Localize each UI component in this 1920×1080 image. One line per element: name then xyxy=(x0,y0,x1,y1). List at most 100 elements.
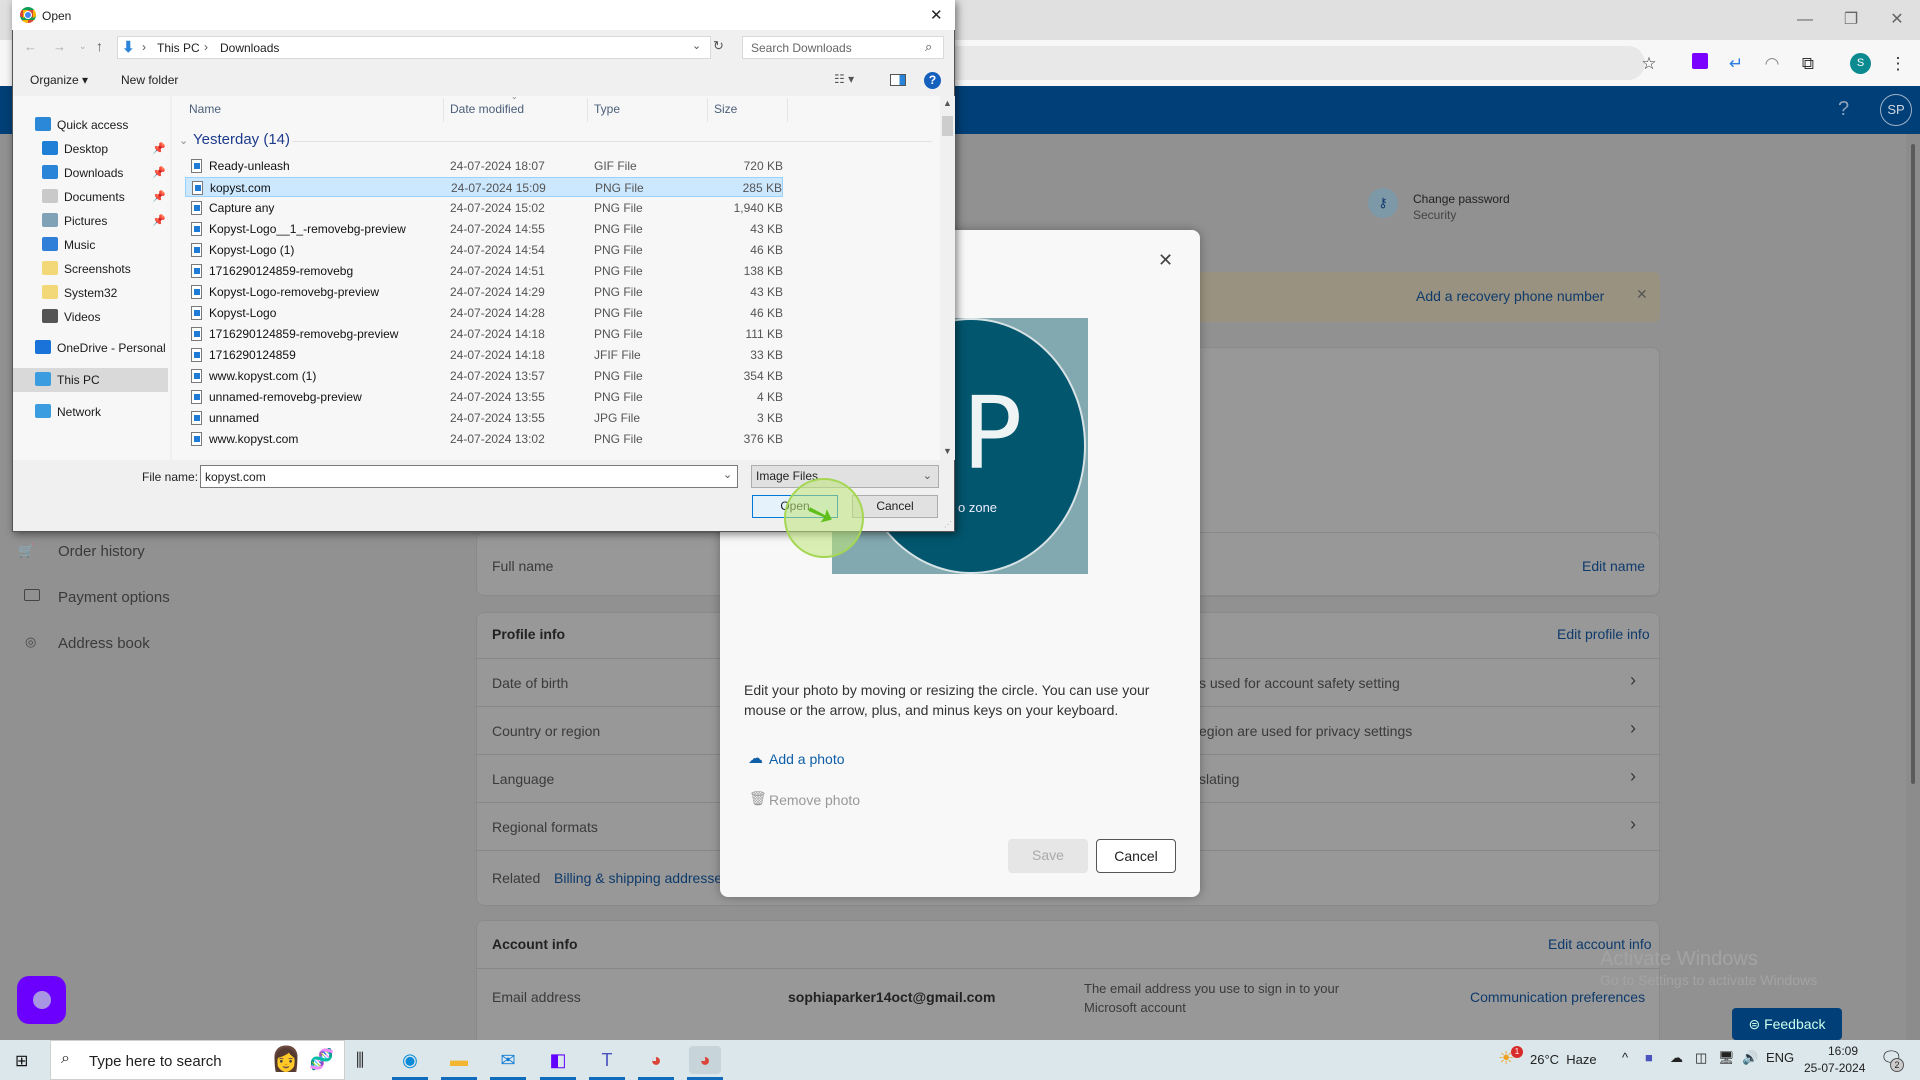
task-view-icon[interactable]: ⫼ xyxy=(344,1046,376,1074)
save-button[interactable]: Save xyxy=(1008,839,1088,873)
chevron-right-icon[interactable]: › xyxy=(1630,718,1636,739)
scrollbar-thumb[interactable] xyxy=(1911,144,1915,784)
nav-item-pictures[interactable]: Pictures xyxy=(42,210,107,232)
forward-button[interactable]: → xyxy=(53,39,66,54)
minimize-button[interactable]: — xyxy=(1782,8,1828,32)
sidebar-order-history[interactable]: Order history xyxy=(58,543,145,560)
file-row[interactable]: Kopyst-Logo 24-07-2024 14:28 PNG File 46 KB xyxy=(185,303,783,323)
chrome-a-icon[interactable]: ◕ xyxy=(638,1046,674,1080)
onedrive-tray-icon[interactable]: ☁ xyxy=(1670,1050,1683,1066)
file-row[interactable]: kopyst.com 24-07-2024 15:09 PNG File 285 KB xyxy=(185,177,783,197)
sidebar-address-book[interactable]: Address book xyxy=(58,635,150,652)
address-dropdown-icon[interactable]: ⌄ xyxy=(692,39,701,52)
column-divider[interactable] xyxy=(787,98,788,122)
clock-time[interactable]: 16:09 xyxy=(1818,1044,1868,1058)
nav-item-this-pc[interactable]: This PC xyxy=(35,369,100,391)
address-bar[interactable] xyxy=(940,46,1645,80)
column-divider[interactable] xyxy=(443,98,444,122)
collapse-group-icon[interactable]: ⌄ xyxy=(179,134,188,147)
cancel-photo-button[interactable]: Cancel xyxy=(1096,839,1176,873)
breadcrumb-this-pc[interactable]: This PC xyxy=(157,41,200,55)
nav-item-quick-access[interactable]: Quick access xyxy=(35,114,128,136)
resize-grip-icon[interactable]: ⋰ xyxy=(944,520,952,529)
file-row[interactable]: www.kopyst.com (1) 24-07-2024 13:57 PNG Fi… xyxy=(185,366,783,386)
sidebar-payment-options[interactable]: Payment options xyxy=(58,589,170,606)
pin-icon[interactable]: 📌 xyxy=(152,166,166,179)
power-automate-icon[interactable]: ◧ xyxy=(540,1046,576,1080)
account-avatar[interactable]: SP xyxy=(1880,94,1912,126)
file-explorer-icon[interactable]: ▬ xyxy=(441,1046,477,1080)
search-downloads-input[interactable]: Search Downloads ⌕ xyxy=(742,36,944,59)
restore-button[interactable]: ❐ xyxy=(1828,8,1874,32)
file-row[interactable]: 1716290124859-removebg-preview 24-07-2024… xyxy=(185,324,783,344)
nav-item-system32[interactable]: System32 xyxy=(42,282,117,304)
file-row[interactable]: unnamed-removebg-preview 24-07-2024 13:55… xyxy=(185,387,783,407)
breadcrumb-downloads[interactable]: Downloads xyxy=(220,41,279,55)
profile-avatar[interactable]: S xyxy=(1850,53,1871,74)
chevron-right-icon[interactable]: › xyxy=(1630,670,1636,691)
change-password-link[interactable]: Change password xyxy=(1413,192,1510,206)
refresh-icon[interactable]: ↻ xyxy=(713,38,724,54)
file-row[interactable]: 1716290124859-removebg 24-07-2024 14:51 PN… xyxy=(185,261,783,281)
preview-pane-icon[interactable] xyxy=(890,74,906,86)
nav-item-music[interactable]: Music xyxy=(42,234,95,256)
view-options-icon[interactable]: ☷ ▾ xyxy=(834,72,854,86)
recent-locations-icon[interactable]: ⌄ xyxy=(79,41,87,52)
nav-item-onedrive-personal[interactable]: OneDrive - Personal xyxy=(35,337,166,359)
pin-icon[interactable]: 📌 xyxy=(152,190,166,203)
cancel-button[interactable]: Cancel xyxy=(852,495,938,518)
nav-item-desktop[interactable]: Desktop xyxy=(42,138,108,160)
edit-name-link[interactable]: Edit name xyxy=(1582,558,1645,574)
file-list-scrollbar[interactable]: ▲ ▼ xyxy=(940,96,955,460)
scrollbar-thumb[interactable] xyxy=(942,116,953,136)
column-divider[interactable] xyxy=(587,98,588,122)
back-button[interactable]: ← xyxy=(24,39,37,54)
file-row[interactable]: Kopyst-Logo (1) 24-07-2024 14:54 PNG File 4… xyxy=(185,240,783,260)
up-button[interactable]: ↑ xyxy=(96,38,103,54)
dismiss-banner-icon[interactable]: ✕ xyxy=(1636,286,1648,303)
billing-shipping-link[interactable]: Billing & shipping addresses xyxy=(554,870,729,886)
column-size[interactable]: Size xyxy=(714,102,737,116)
nav-item-documents[interactable]: Documents xyxy=(42,186,125,208)
new-folder-button[interactable]: New folder xyxy=(121,73,178,87)
chrome-s-icon[interactable]: ◕ xyxy=(687,1046,723,1080)
file-row[interactable]: www.kopyst.com 24-07-2024 13:02 PNG File 37… xyxy=(185,429,783,449)
nav-item-videos[interactable]: Videos xyxy=(42,306,100,328)
column-divider[interactable] xyxy=(707,98,708,122)
pin-icon[interactable]: 📌 xyxy=(152,214,166,227)
scroll-down-icon[interactable]: ▼ xyxy=(943,446,952,456)
camera-tray-icon[interactable]: ◫ xyxy=(1695,1050,1707,1066)
group-header[interactable]: Yesterday (14) xyxy=(193,131,290,148)
organize-button[interactable]: Organize ▾ xyxy=(30,73,88,87)
extension-purple-icon[interactable] xyxy=(1688,52,1712,76)
chevron-down-icon[interactable]: ⌄ xyxy=(723,468,732,481)
assistant-bubble-button[interactable] xyxy=(17,976,66,1024)
address-breadcrumb[interactable]: ⬇ › This PC › Downloads ⌄ xyxy=(117,36,711,59)
mail-icon[interactable]: ✉ xyxy=(490,1046,526,1080)
file-row[interactable]: unnamed 24-07-2024 13:55 JPG File 3 KB xyxy=(185,408,783,428)
nav-item-network[interactable]: Network xyxy=(35,401,101,423)
taskbar-search-box[interactable]: ⌕ Type here to search 👩 🧬 xyxy=(50,1040,345,1080)
close-photo-dialog-icon[interactable]: ✕ xyxy=(1158,250,1173,271)
scroll-up-icon[interactable]: ▲ xyxy=(943,98,952,108)
teams-tray-icon[interactable]: ■ xyxy=(1645,1050,1653,1065)
help-icon[interactable]: ? xyxy=(924,72,941,89)
weather-text[interactable]: 26°C Haze xyxy=(1530,1052,1597,1067)
browser-menu-icon[interactable]: ⋮ xyxy=(1886,52,1910,76)
bookmark-star-icon[interactable]: ☆ xyxy=(1637,52,1661,76)
file-row[interactable]: Ready-unleash 24-07-2024 18:07 GIF File 720… xyxy=(185,156,783,176)
teams-icon[interactable]: T xyxy=(589,1046,625,1080)
edit-profile-info-link[interactable]: Edit profile info xyxy=(1557,626,1650,642)
column-type[interactable]: Type xyxy=(594,102,620,116)
extensions-puzzle-icon[interactable]: ⧉ xyxy=(1796,52,1820,76)
clock-date[interactable]: 25-07-2024 xyxy=(1804,1061,1865,1075)
chevron-right-icon[interactable]: › xyxy=(1630,766,1636,787)
nav-item-screenshots[interactable]: Screenshots xyxy=(42,258,131,280)
file-row[interactable]: 1716290124859 24-07-2024 14:18 JFIF File 33… xyxy=(185,345,783,365)
column-date-modified[interactable]: Date modified xyxy=(450,102,524,116)
volume-icon[interactable]: 🔊 xyxy=(1742,1050,1758,1066)
close-window-button[interactable]: ✕ xyxy=(1874,8,1920,32)
extension-arc-icon[interactable]: ◠ xyxy=(1760,52,1784,76)
file-row[interactable]: Capture any 24-07-2024 15:02 PNG File 1,940… xyxy=(185,198,783,218)
nav-item-downloads[interactable]: Downloads xyxy=(42,162,123,184)
